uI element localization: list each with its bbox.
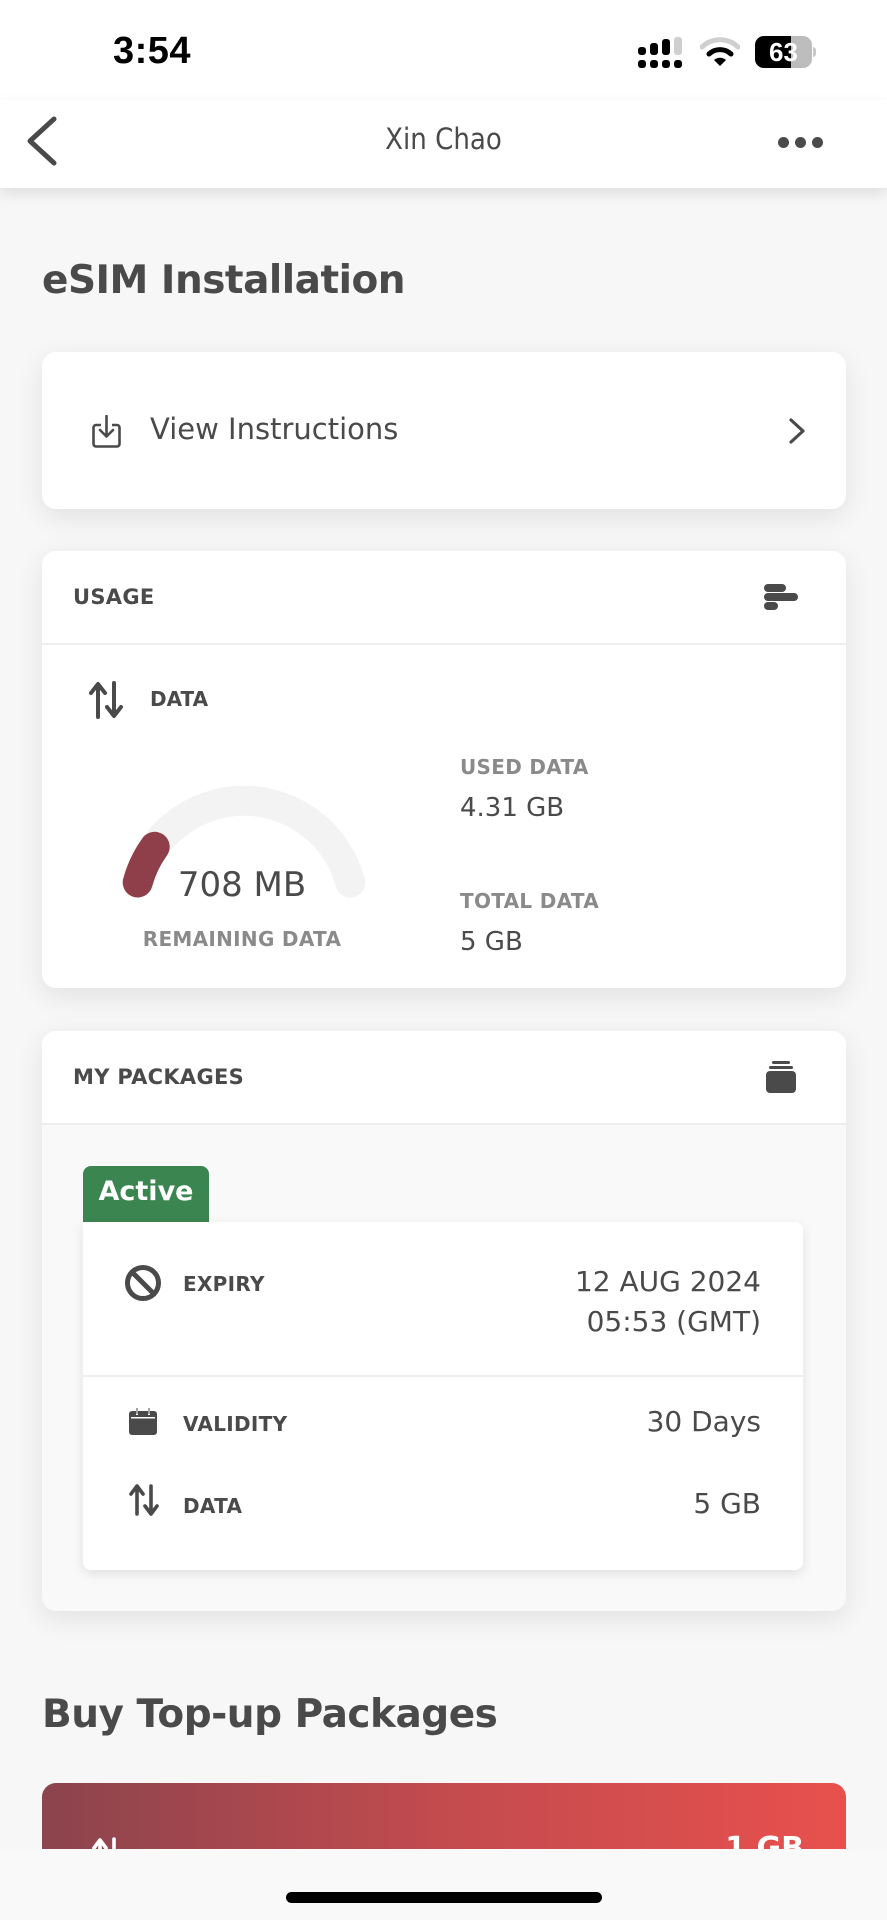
validity-label: VALIDITY: [183, 1412, 288, 1436]
more-options-button[interactable]: [770, 122, 830, 162]
expiry-date: 12 AUG 2024: [574, 1265, 761, 1298]
home-indicator[interactable]: [286, 1892, 602, 1903]
bars-staggered-icon[interactable]: [762, 581, 800, 613]
usage-data-label: DATA: [150, 687, 209, 711]
usage-header: USAGE: [73, 585, 155, 609]
battery-percent: 63: [769, 37, 798, 67]
layers-icon[interactable]: [764, 1059, 798, 1095]
packages-header: MY PACKAGES: [42, 1031, 846, 1123]
packages-divider: [42, 1123, 846, 1125]
ellipsis-dot: [794, 136, 806, 148]
package-divider: [83, 1375, 803, 1377]
package-details[interactable]: EXPIRY 12 AUG 2024 05:53 (GMT) VALIDITY …: [83, 1222, 803, 1570]
nav-title: Xin Chao: [385, 122, 502, 156]
usage-divider: [42, 643, 846, 645]
ellipsis-dot: [777, 136, 789, 148]
total-data-value: 5 GB: [460, 927, 523, 957]
arrows-up-down-icon: [129, 1484, 159, 1516]
package-data-value: 5 GB: [693, 1487, 761, 1520]
used-data-label: USED DATA: [460, 755, 589, 779]
chevron-right-icon: [789, 418, 805, 444]
expiry-time: 05:53 (GMT): [586, 1305, 761, 1338]
remaining-data-label: REMAINING DATA: [142, 927, 342, 951]
status-badge: Active: [83, 1166, 209, 1222]
usage-card: USAGE DATA 708 MB REMAINING DATA USED DA…: [42, 551, 846, 988]
total-data-label: TOTAL DATA: [460, 889, 600, 913]
calendar-icon: [129, 1408, 157, 1435]
download-tray-icon: [92, 415, 121, 448]
topup-title: Buy Top-up Packages: [42, 1692, 498, 1737]
cellular-signal-icon: [638, 37, 682, 68]
wifi-icon: [700, 37, 740, 66]
view-instructions-button[interactable]: View Instructions: [42, 352, 846, 509]
view-instructions-label: View Instructions: [150, 412, 399, 446]
arrows-up-down-icon: [89, 681, 123, 719]
expiry-label: EXPIRY: [183, 1272, 265, 1296]
battery-indicator: 63: [755, 36, 816, 68]
nav-bar: Xin Chao: [0, 100, 887, 188]
ellipsis-dot: [811, 136, 823, 148]
ban-icon: [125, 1265, 161, 1301]
expiry-value: 12 AUG 2024 05:53 (GMT): [575, 1262, 761, 1342]
status-time: 3:54: [113, 30, 192, 72]
package-data-label: DATA: [183, 1494, 243, 1518]
esim-installation-title: eSIM Installation: [42, 258, 406, 303]
packages-header-label: MY PACKAGES: [73, 1065, 245, 1089]
validity-value: 30 Days: [646, 1405, 761, 1438]
my-packages-card: MY PACKAGES Active EXPIRY 12 AUG 2024 05…: [42, 1031, 846, 1611]
used-data-value: 4.31 GB: [460, 793, 565, 823]
status-bar: 3:54 63: [0, 0, 887, 100]
remaining-data-value: 708 MB: [177, 865, 307, 905]
bottom-safe-area: [0, 1849, 887, 1920]
